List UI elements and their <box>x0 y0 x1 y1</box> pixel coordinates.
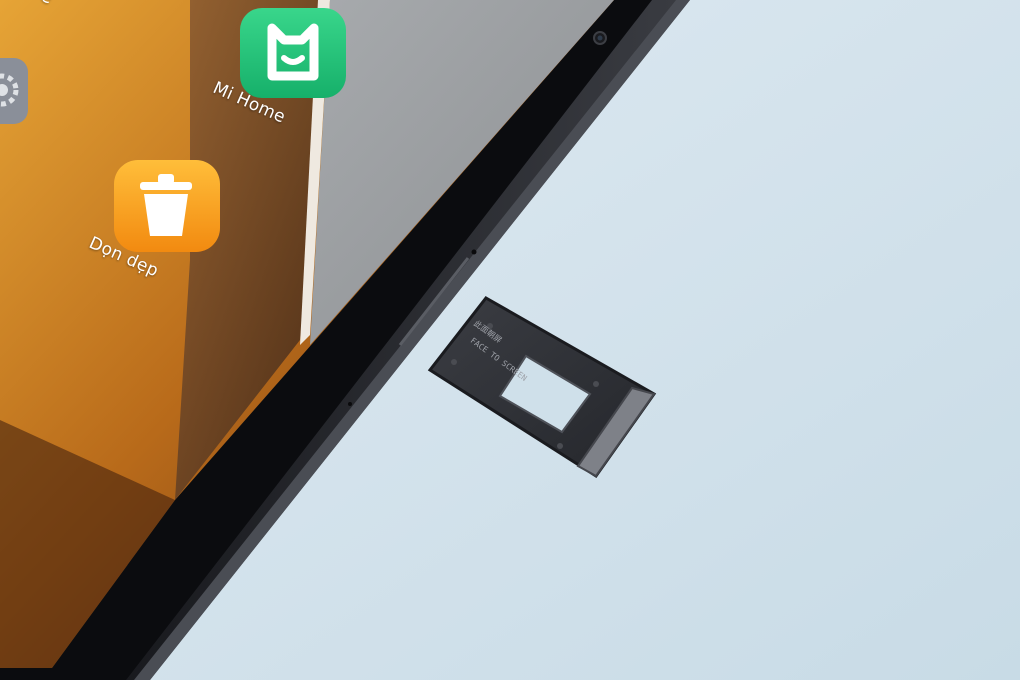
front-camera-lens <box>597 35 603 41</box>
mi-home-icon[interactable] <box>240 8 346 98</box>
microphone-hole <box>348 402 352 406</box>
trash-icon[interactable] <box>114 160 220 252</box>
gear-icon[interactable] <box>0 58 28 124</box>
sim-eject-hole <box>471 249 477 255</box>
product-photo-scene <box>0 0 1020 680</box>
